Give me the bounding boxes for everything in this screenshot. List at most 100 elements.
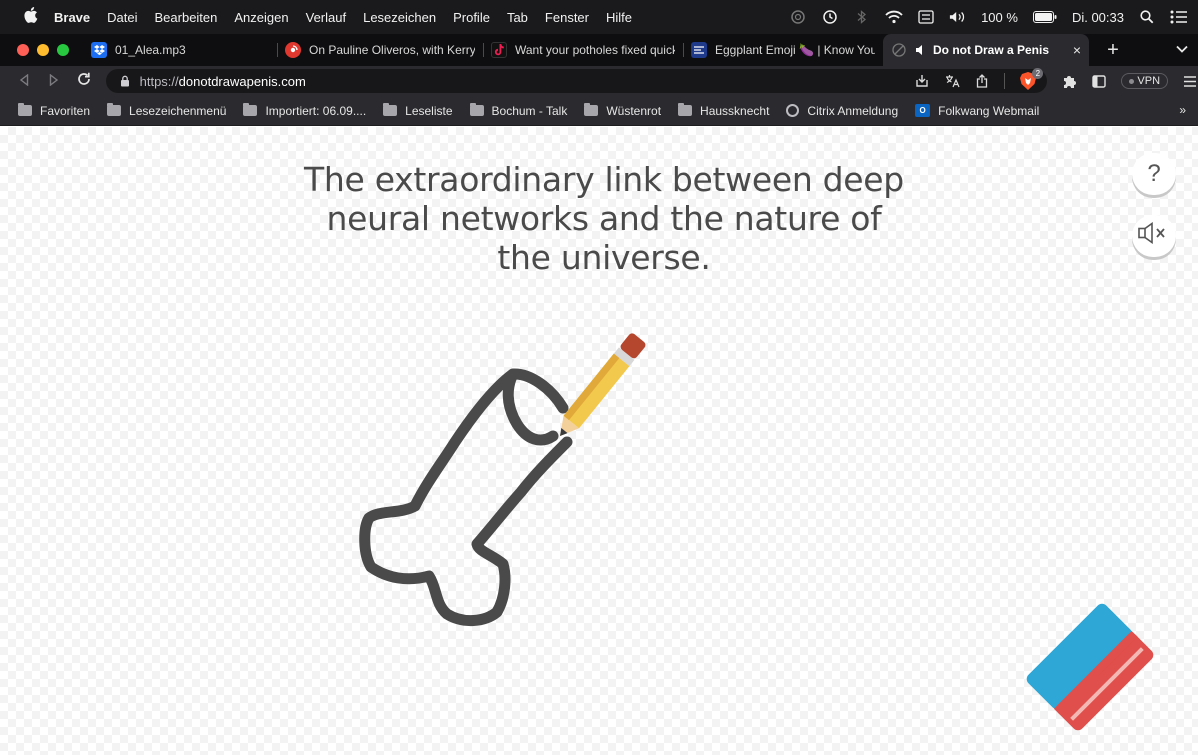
forward-button[interactable] bbox=[44, 73, 64, 89]
bookmarks-bar: Favoriten Lesezeichenmenü Importiert: 06… bbox=[0, 96, 1198, 126]
bookmark-label: Wüstenrot bbox=[606, 103, 662, 118]
outlook-icon: O bbox=[915, 104, 931, 117]
citrix-icon bbox=[786, 104, 800, 117]
address-bar[interactable]: https://donotdrawapenis.com 2 bbox=[105, 68, 1048, 93]
bookmark-label: Bochum - Talk bbox=[491, 103, 568, 118]
menu-lesezeichen[interactable]: Lesezeichen bbox=[363, 10, 436, 25]
folder-icon bbox=[584, 103, 599, 116]
url-host: donotdrawapenis.com bbox=[178, 73, 306, 89]
mute-button[interactable] bbox=[1132, 215, 1176, 257]
brave-shields-icon[interactable]: 2 bbox=[1019, 68, 1044, 91]
bookmarks-overflow-button[interactable]: » bbox=[1179, 103, 1186, 117]
tiktok-icon bbox=[491, 42, 507, 58]
close-window-button[interactable] bbox=[17, 44, 29, 56]
menu-fenster[interactable]: Fenster bbox=[545, 10, 589, 25]
fullscreen-window-button[interactable] bbox=[57, 44, 69, 56]
tab-label: Eggplant Emoji 🍆 | Know Your I bbox=[715, 43, 875, 57]
extensions-icon[interactable] bbox=[1061, 73, 1077, 89]
translate-icon[interactable] bbox=[944, 73, 960, 89]
vpn-status-dot bbox=[1129, 78, 1135, 84]
bookmark-label: Folkwang Webmail bbox=[938, 103, 1040, 118]
lock-icon[interactable] bbox=[120, 75, 130, 87]
macos-menu-bar: Brave Datei Bearbeiten Anzeigen Verlauf … bbox=[0, 0, 1198, 34]
brave-rewards-icon[interactable] bbox=[789, 8, 807, 26]
dropbox-icon bbox=[91, 42, 107, 58]
folder-icon bbox=[383, 103, 398, 116]
menu-datei[interactable]: Datei bbox=[107, 10, 137, 25]
menu-anzeigen[interactable]: Anzeigen bbox=[234, 10, 288, 25]
sidebar-icon[interactable] bbox=[1091, 73, 1107, 89]
tab-pauline-oliveros[interactable]: On Pauline Oliveros, with Kerry ( bbox=[277, 34, 483, 66]
keyboard-layout-icon[interactable] bbox=[917, 8, 935, 26]
window-controls bbox=[17, 44, 69, 56]
bookmark-bochum-talk[interactable]: Bochum - Talk bbox=[469, 103, 568, 118]
bookmark-label: Haussknecht bbox=[700, 103, 770, 118]
bookmark-label: Favoriten bbox=[40, 103, 91, 118]
bookmark-label: Importiert: 06.09.... bbox=[265, 103, 367, 118]
pencil-icon bbox=[560, 333, 646, 436]
browser-toolbar: https://donotdrawapenis.com 2 VPN bbox=[0, 66, 1198, 96]
menubar-status-area: 100 % Di. 00:33 bbox=[789, 0, 1188, 34]
tab-label: Do not Draw a Penis bbox=[933, 43, 1050, 57]
folder-icon bbox=[107, 103, 122, 116]
browser-tab-strip: 01_Alea.mp3 On Pauline Oliveros, with Ke… bbox=[0, 34, 1198, 66]
tab-alea-mp3[interactable]: 01_Alea.mp3 bbox=[83, 34, 277, 66]
drawing-area[interactable] bbox=[355, 332, 685, 632]
close-tab-button[interactable]: × bbox=[1063, 42, 1081, 58]
bookmark-citrix-anmeldung[interactable]: Citrix Anmeldung bbox=[786, 104, 898, 118]
site-icon bbox=[891, 42, 907, 58]
reload-button[interactable] bbox=[74, 71, 94, 91]
eraser-tool-icon[interactable] bbox=[1020, 597, 1160, 737]
help-button[interactable]: ? bbox=[1132, 153, 1176, 195]
vpn-label: VPN bbox=[1137, 75, 1161, 87]
url-scheme: https:// bbox=[139, 73, 179, 89]
tab-label: 01_Alea.mp3 bbox=[115, 43, 186, 57]
main-menu-icon[interactable] bbox=[1182, 73, 1198, 89]
spotlight-icon[interactable] bbox=[1138, 8, 1156, 26]
bookmark-favoriten[interactable]: Favoriten bbox=[18, 103, 91, 118]
speaker-icon[interactable] bbox=[915, 42, 927, 58]
battery-percentage: 100 % bbox=[981, 9, 1018, 25]
menu-app-name[interactable]: Brave bbox=[54, 10, 90, 25]
shield-count-badge: 2 bbox=[1032, 68, 1044, 79]
separator bbox=[1004, 73, 1006, 89]
new-tab-button[interactable]: + bbox=[1103, 39, 1123, 62]
vpn-button[interactable]: VPN bbox=[1121, 73, 1169, 89]
address-bar-actions: 2 bbox=[914, 68, 1044, 93]
apple-icon[interactable] bbox=[22, 7, 40, 27]
bookmark-wuestenrot[interactable]: Wüstenrot bbox=[584, 103, 662, 118]
tab-potholes[interactable]: Want your potholes fixed quickl bbox=[483, 34, 683, 66]
bookmark-haussknecht[interactable]: Haussknecht bbox=[678, 103, 770, 118]
back-button[interactable] bbox=[14, 73, 34, 89]
kym-icon bbox=[691, 42, 707, 58]
bookmark-label: Citrix Anmeldung bbox=[807, 103, 899, 118]
bluetooth-icon[interactable] bbox=[853, 8, 871, 26]
battery-icon[interactable] bbox=[1032, 8, 1058, 26]
tab-label: On Pauline Oliveros, with Kerry ( bbox=[309, 43, 475, 57]
control-center-icon[interactable] bbox=[1170, 8, 1188, 26]
volume-icon[interactable] bbox=[949, 8, 967, 26]
wifi-icon[interactable] bbox=[885, 8, 903, 26]
bookmark-leseliste[interactable]: Leseliste bbox=[383, 103, 453, 118]
bookmark-importiert[interactable]: Importiert: 06.09.... bbox=[243, 103, 367, 118]
tab-do-not-draw-a-penis[interactable]: Do not Draw a Penis × bbox=[883, 34, 1089, 66]
menu-profile[interactable]: Profile bbox=[453, 10, 490, 25]
install-app-icon[interactable] bbox=[914, 73, 930, 89]
time-machine-icon[interactable] bbox=[821, 8, 839, 26]
minimize-window-button[interactable] bbox=[37, 44, 49, 56]
folder-icon bbox=[243, 103, 258, 116]
page-canvas[interactable]: The extraordinary link between deep neur… bbox=[0, 127, 1198, 755]
menu-bearbeiten[interactable]: Bearbeiten bbox=[155, 10, 218, 25]
drawn-stroke bbox=[359, 368, 573, 626]
folder-icon bbox=[678, 103, 693, 116]
tab-eggplant-emoji[interactable]: Eggplant Emoji 🍆 | Know Your I bbox=[683, 34, 883, 66]
tab-search-menu-button[interactable] bbox=[1176, 42, 1188, 56]
share-icon[interactable] bbox=[974, 73, 990, 89]
menu-hilfe[interactable]: Hilfe bbox=[606, 10, 632, 25]
menu-verlauf[interactable]: Verlauf bbox=[306, 10, 346, 25]
menubar-clock[interactable]: Di. 00:33 bbox=[1072, 10, 1124, 25]
menu-tab[interactable]: Tab bbox=[507, 10, 528, 25]
help-icon: ? bbox=[1147, 160, 1161, 187]
bookmark-folkwang-webmail[interactable]: O Folkwang Webmail bbox=[915, 104, 1039, 118]
bookmark-lesezeichenmenu[interactable]: Lesezeichenmenü bbox=[107, 103, 226, 118]
